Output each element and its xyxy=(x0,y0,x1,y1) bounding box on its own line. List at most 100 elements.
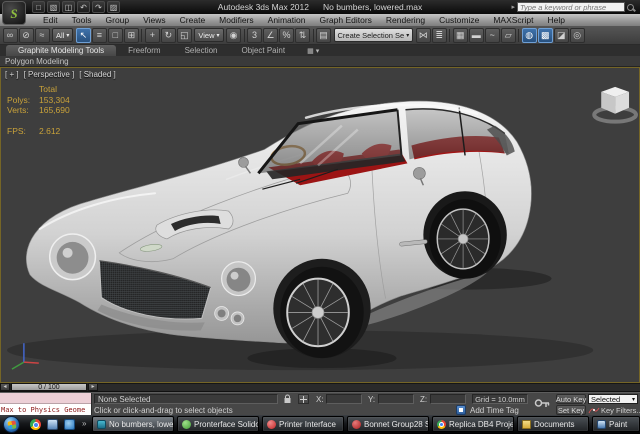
tab-graphite-modeling-tools[interactable]: Graphite Modeling Tools xyxy=(6,45,116,56)
window-crossing-icon[interactable]: ⊞ xyxy=(124,28,139,43)
rear-wheel[interactable] xyxy=(423,191,506,278)
ribbon-panel-bar[interactable]: Polygon Modeling xyxy=(0,56,640,67)
ie-quicklaunch-icon[interactable] xyxy=(64,419,75,430)
select-by-name-icon[interactable]: ≡ xyxy=(92,28,107,43)
reference-coordinate-dropdown[interactable]: View ▾ xyxy=(194,28,223,42)
layer-manager-icon[interactable]: ▦ xyxy=(453,28,468,43)
use-pivot-point-center-icon[interactable]: ◉ xyxy=(226,28,241,43)
select-and-link-icon[interactable]: ∞ xyxy=(3,28,18,43)
save-file-icon[interactable]: ◫ xyxy=(62,1,75,13)
viewcube[interactable] xyxy=(594,87,636,122)
taskbar-button-paint[interactable]: Paint xyxy=(592,416,640,432)
explorer-quicklaunch-icon[interactable] xyxy=(47,419,58,430)
ribbon-overflow-button[interactable]: ▦ ▾ xyxy=(307,47,319,56)
menu-modifiers[interactable]: Modifiers xyxy=(212,15,260,25)
viewport-pov-menu[interactable]: [ Perspective ] xyxy=(24,70,75,79)
selection-filter-dropdown[interactable]: All ▾ xyxy=(52,28,73,42)
percent-snap-icon[interactable]: % xyxy=(279,28,294,43)
new-scene-icon[interactable]: □ xyxy=(32,1,45,13)
mirror-icon[interactable]: ⋈ xyxy=(416,28,431,43)
snaps-toggle-icon[interactable]: 3 xyxy=(247,28,262,43)
tab-selection[interactable]: Selection xyxy=(173,45,230,56)
macro-recorder-line[interactable] xyxy=(0,393,91,404)
menu-graph-editors[interactable]: Graph Editors xyxy=(312,15,378,25)
selection-lock-icon[interactable] xyxy=(283,394,292,406)
bind-to-space-warp-icon[interactable]: ≈ xyxy=(35,28,50,43)
project-folder-icon[interactable]: ▨ xyxy=(107,1,120,13)
menu-customize[interactable]: Customize xyxy=(432,15,486,25)
add-time-tag-button[interactable]: Add Time Tag xyxy=(470,406,519,415)
tab-object-paint[interactable]: Object Paint xyxy=(230,45,298,56)
named-selection-sets-icon[interactable]: ▤ xyxy=(316,28,331,43)
menu-create[interactable]: Create xyxy=(173,15,213,25)
redo-icon[interactable]: ↷ xyxy=(92,1,105,13)
z-coordinate-field[interactable] xyxy=(430,394,466,404)
graphite-ribbon-toggle-icon[interactable]: ▬ xyxy=(469,28,484,43)
schematic-view-icon[interactable]: ▱ xyxy=(501,28,516,43)
taskbar-button-pronterface[interactable]: Pronterface Solido... xyxy=(177,416,259,432)
grid-size-display: Grid = 10.0mm xyxy=(472,394,528,404)
chevron-down-icon: ▾ xyxy=(316,47,320,55)
select-and-move-icon[interactable]: + xyxy=(145,28,160,43)
named-selection-dropdown[interactable]: Create Selection Se ▾ xyxy=(334,28,414,42)
rectangular-selection-region-icon[interactable]: □ xyxy=(108,28,123,43)
time-slider-thumb[interactable]: 0 / 100 xyxy=(11,383,87,391)
open-file-icon[interactable]: ▧ xyxy=(47,1,60,13)
time-slider-track[interactable] xyxy=(98,383,640,391)
select-object-icon[interactable]: ↖ xyxy=(76,28,91,43)
y-coordinate-field[interactable] xyxy=(378,394,414,404)
viewport-general-menu[interactable]: [ + ] xyxy=(5,70,19,79)
absolute-mode-toggle-icon[interactable] xyxy=(298,394,309,404)
keyboard-shortcut-override-icon[interactable] xyxy=(534,397,551,411)
previous-frame-button[interactable]: ◂ xyxy=(0,383,10,391)
selected-keying-dropdown[interactable]: Selected ▾ xyxy=(588,394,638,404)
menu-tools[interactable]: Tools xyxy=(65,15,99,25)
angle-snap-icon[interactable]: ∠ xyxy=(263,28,278,43)
material-editor-icon[interactable]: ◍ xyxy=(522,28,537,43)
infocenter-arrow-icon[interactable]: ▸ xyxy=(511,3,515,11)
x-coordinate-field[interactable] xyxy=(326,394,362,404)
menu-group[interactable]: Group xyxy=(99,15,137,25)
set-key-button[interactable]: Set Key xyxy=(556,405,586,415)
taskbar-button-replica-db4[interactable]: Replica DB4 Projec... xyxy=(432,416,514,432)
3dsmax-window: □ ▧ ◫ ↶ ↷ ▨ Autodesk 3ds Max 2012 No bum… xyxy=(0,0,640,434)
spinner-snap-icon[interactable]: ⇅ xyxy=(295,28,310,43)
tab-freeform[interactable]: Freeform xyxy=(116,45,172,56)
taskbar-overflow-chevron[interactable]: » xyxy=(82,419,86,428)
menu-views[interactable]: Views xyxy=(136,15,173,25)
taskbar-button-documents[interactable]: Documents xyxy=(517,416,589,432)
select-and-scale-icon[interactable]: ◱ xyxy=(177,28,192,43)
viewport-shading-menu[interactable]: [ Shaded ] xyxy=(79,70,115,79)
render-production-icon[interactable]: ◎ xyxy=(570,28,585,43)
taskbar-button-3dsmax[interactable]: No bumbers, lowe... xyxy=(92,416,174,432)
application-menu-button[interactable]: S xyxy=(2,1,26,25)
render-setup-icon[interactable]: ▩ xyxy=(538,28,553,43)
undo-icon[interactable]: ↶ xyxy=(77,1,90,13)
align-icon[interactable]: ≣ xyxy=(432,28,447,43)
menu-maxscript[interactable]: MAXScript xyxy=(486,15,540,25)
menu-rendering[interactable]: Rendering xyxy=(379,15,432,25)
key-filters-button[interactable]: Key Filters... xyxy=(601,406,640,415)
infocenter-search-input[interactable] xyxy=(517,2,625,12)
menu-help[interactable]: Help xyxy=(540,15,571,25)
chrome-quicklaunch-icon[interactable] xyxy=(30,419,41,430)
curve-editor-icon[interactable]: ~ xyxy=(485,28,500,43)
front-wheel[interactable] xyxy=(273,259,370,358)
menu-animation[interactable]: Animation xyxy=(261,15,313,25)
stats-polys-value: 153,304 xyxy=(39,95,70,106)
windows-logo-icon xyxy=(7,420,16,429)
start-button[interactable] xyxy=(3,416,20,433)
perspective-viewport[interactable]: [ + ] [ Perspective ] [ Shaded ] Total P… xyxy=(0,67,640,383)
maxscript-mini-listener[interactable]: Max to Physics Geome xyxy=(0,393,92,416)
taskbar-button-bonnet[interactable]: Bonnet Group28 S... xyxy=(347,416,429,432)
unlink-selection-icon[interactable]: ⊘ xyxy=(19,28,34,43)
rendered-frame-window-icon[interactable]: ◪ xyxy=(554,28,569,43)
status-bar: Max to Physics Geome None Selected X: Y:… xyxy=(0,392,640,415)
next-frame-button[interactable]: ▸ xyxy=(88,383,98,391)
auto-key-button[interactable]: Auto Key xyxy=(556,394,586,404)
select-and-rotate-icon[interactable]: ↻ xyxy=(161,28,176,43)
taskbar-button-printer-interface[interactable]: Printer Interface xyxy=(262,416,344,432)
time-tag-icon[interactable] xyxy=(456,405,466,415)
search-icon[interactable] xyxy=(627,4,634,11)
menu-edit[interactable]: Edit xyxy=(36,15,65,25)
